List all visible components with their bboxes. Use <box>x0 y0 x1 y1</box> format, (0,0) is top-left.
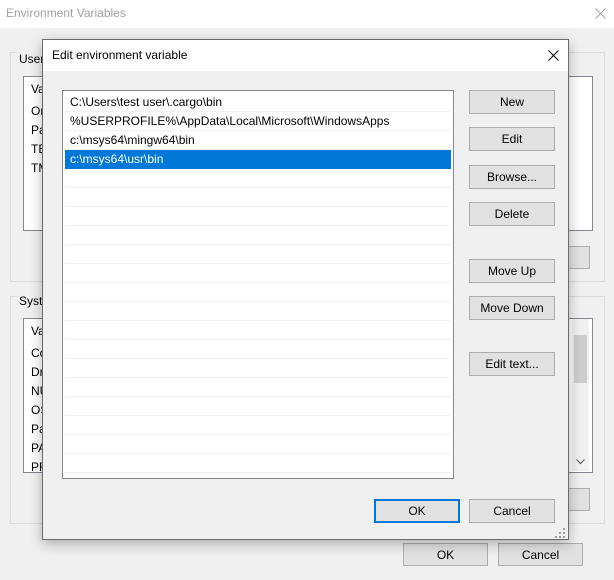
path-list-item-selected[interactable]: c:\msys64\usr\bin <box>65 150 451 169</box>
system-variables-button-partial[interactable] <box>568 488 590 511</box>
edit-button[interactable]: Edit <box>469 127 555 151</box>
move-down-button[interactable]: Move Down <box>469 296 555 320</box>
cancel-button[interactable]: Cancel <box>469 499 555 523</box>
empty-list-row[interactable] <box>65 359 451 378</box>
path-list[interactable]: C:\Users\test user\.cargo\bin %USERPROFI… <box>62 90 454 479</box>
dialog-titlebar: Edit environment variable <box>43 40 568 71</box>
parent-titlebar: Environment Variables <box>0 0 614 28</box>
path-list-item[interactable]: c:\msys64\mingw64\bin <box>65 131 451 150</box>
empty-list-row[interactable] <box>65 321 451 340</box>
empty-list-row[interactable] <box>65 416 451 435</box>
delete-button[interactable]: Delete <box>469 202 555 226</box>
empty-list-row[interactable] <box>65 302 451 321</box>
parent-close-button[interactable] <box>586 0 614 26</box>
move-up-button[interactable]: Move Up <box>469 259 555 283</box>
system-variables-scrollbar[interactable] <box>572 319 589 471</box>
dialog-close-button[interactable] <box>538 40 568 70</box>
empty-list-row[interactable] <box>65 397 451 416</box>
new-button[interactable]: New <box>469 90 555 114</box>
empty-list-row[interactable] <box>65 454 451 473</box>
parent-cancel-button[interactable]: Cancel <box>498 543 583 566</box>
ok-button[interactable]: OK <box>374 499 460 523</box>
parent-ok-button[interactable]: OK <box>403 543 488 566</box>
empty-list-row[interactable] <box>65 169 451 188</box>
path-list-item[interactable]: C:\Users\test user\.cargo\bin <box>65 93 451 112</box>
resize-grip-icon[interactable] <box>554 527 566 539</box>
empty-list-row[interactable] <box>65 378 451 397</box>
scrollbar-thumb[interactable] <box>574 335 587 383</box>
chevron-down-icon <box>576 458 585 464</box>
empty-list-row[interactable] <box>65 264 451 283</box>
edit-environment-variable-dialog: Edit environment variable C:\Users\test … <box>42 39 569 540</box>
empty-list-row[interactable] <box>65 435 451 454</box>
empty-list-row[interactable] <box>65 207 451 226</box>
empty-list-row[interactable] <box>65 188 451 207</box>
close-icon <box>594 7 606 19</box>
empty-list-row[interactable] <box>65 283 451 302</box>
scroll-down-button[interactable] <box>572 453 589 470</box>
empty-list-row[interactable] <box>65 340 451 359</box>
empty-list-row[interactable] <box>65 226 451 245</box>
browse-button[interactable]: Browse... <box>469 165 555 189</box>
parent-window-title: Environment Variables <box>6 6 126 20</box>
user-variables-button-partial[interactable] <box>568 246 590 269</box>
empty-list-row[interactable] <box>65 245 451 264</box>
path-list-item[interactable]: %USERPROFILE%\AppData\Local\Microsoft\Wi… <box>65 112 451 131</box>
edit-text-button[interactable]: Edit text... <box>469 352 555 376</box>
close-icon <box>547 49 559 61</box>
dialog-title: Edit environment variable <box>52 48 188 62</box>
